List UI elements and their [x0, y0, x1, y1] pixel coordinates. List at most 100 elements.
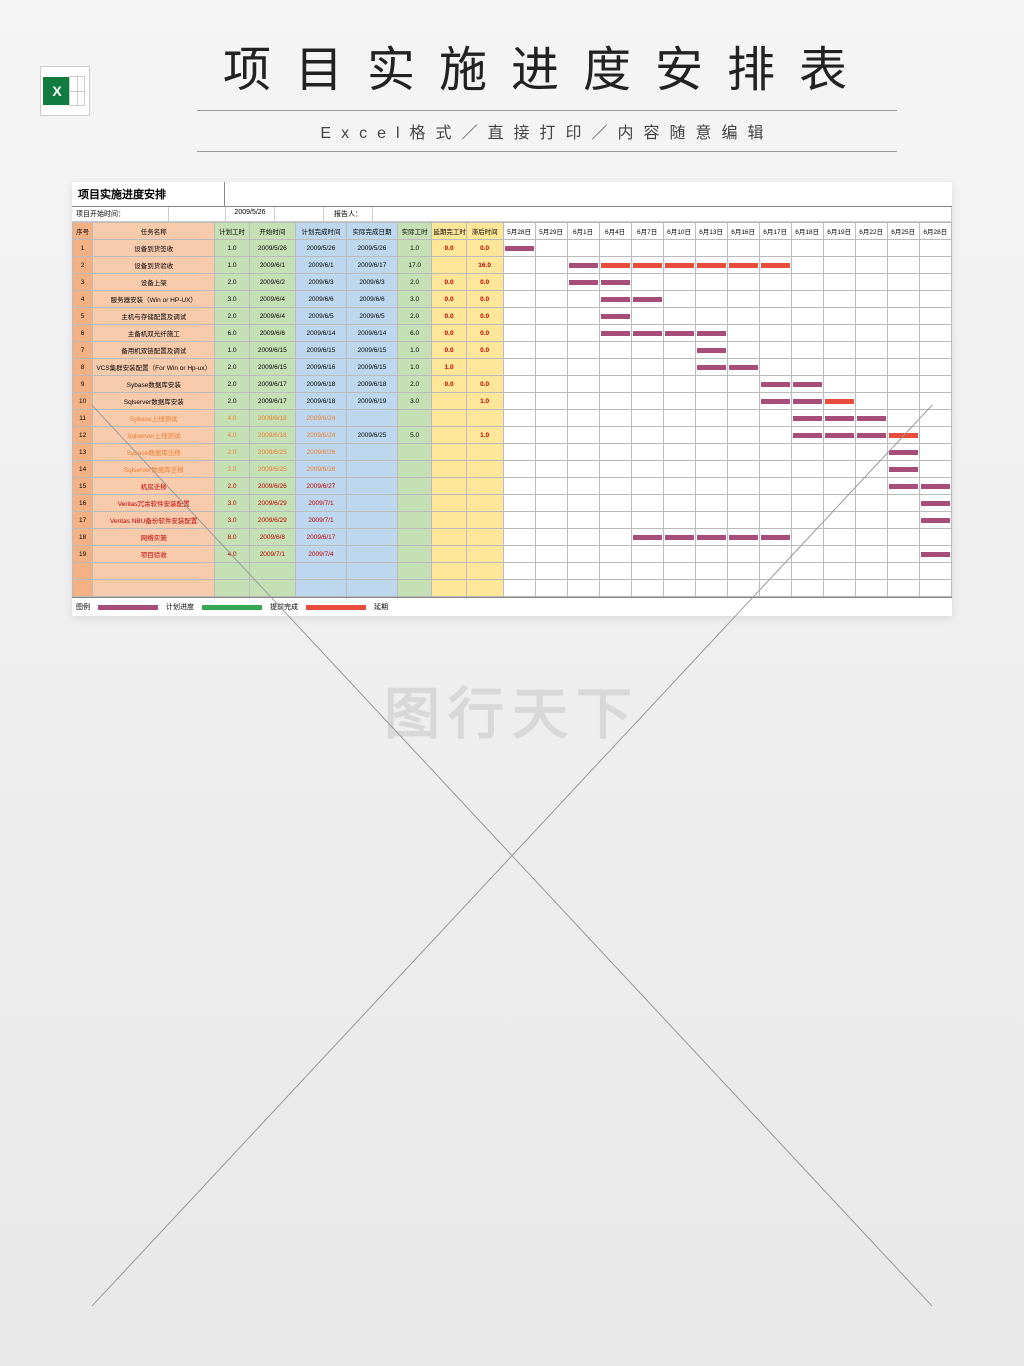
gantt-cell	[727, 512, 759, 529]
gantt-cell	[887, 427, 919, 444]
gantt-cell	[855, 308, 887, 325]
gantt-cell	[919, 529, 951, 546]
watermark: 图行天下	[384, 670, 640, 751]
cell-actual-end: 2009/6/15	[346, 342, 397, 359]
gantt-cell	[663, 478, 695, 495]
cell-task: 项目验收	[93, 546, 215, 563]
cell-start: 2009/5/26	[249, 240, 295, 257]
gantt-cell	[663, 291, 695, 308]
gantt-cell	[567, 444, 599, 461]
gantt-cell	[631, 444, 663, 461]
gantt-bar-plan	[697, 535, 726, 540]
cell-seq: 6	[73, 325, 93, 342]
cell-actual-end: 2009/6/25	[346, 427, 397, 444]
gantt-cell	[887, 240, 919, 257]
cell-plan-end: 2009/7/1	[295, 512, 346, 529]
cell-plan-end: 2009/6/26	[295, 444, 346, 461]
cell-plan-end: 2009/6/5	[295, 308, 346, 325]
gantt-cell	[599, 291, 631, 308]
gantt-cell	[919, 478, 951, 495]
gantt-bar-plan	[601, 297, 630, 302]
gantt-bar-plan	[665, 331, 694, 336]
gantt-cell	[823, 512, 855, 529]
gantt-cell	[855, 410, 887, 427]
gantt-cell	[759, 529, 791, 546]
gantt-cell	[759, 359, 791, 376]
cell-plan-hr: 1.0	[215, 342, 249, 359]
cell-seq: 2	[73, 257, 93, 274]
gantt-cell	[791, 529, 823, 546]
gantt-cell	[919, 461, 951, 478]
gantt-cell	[631, 257, 663, 274]
gantt-bar-delay	[729, 263, 758, 268]
gantt-cell	[599, 529, 631, 546]
gantt-cell	[791, 427, 823, 444]
gantt-cell	[663, 257, 695, 274]
cell-plan-hr: 2.0	[215, 376, 249, 393]
gantt-bar-plan	[889, 467, 918, 472]
gantt-cell	[599, 342, 631, 359]
gantt-cell	[759, 478, 791, 495]
gantt-cell	[503, 257, 535, 274]
table-row-empty	[73, 580, 952, 597]
cell-actual-end	[346, 478, 397, 495]
cell-start: 2009/6/29	[249, 495, 295, 512]
gantt-cell	[503, 427, 535, 444]
cell-actual-hr: 1.0	[397, 359, 431, 376]
gantt-bar-plan	[761, 382, 790, 387]
gantt-cell	[567, 359, 599, 376]
sheet-title: 项目实施进度安排	[72, 182, 225, 206]
col-task: 任务名称	[93, 223, 215, 240]
gantt-cell	[855, 546, 887, 563]
cell-delay-time: 0.0	[466, 342, 503, 359]
gantt-cell	[855, 478, 887, 495]
gantt-cell	[503, 393, 535, 410]
gantt-cell	[759, 376, 791, 393]
legend-label: 图例	[76, 602, 90, 612]
gantt-cell	[567, 512, 599, 529]
gantt-cell	[503, 308, 535, 325]
cell-start: 2009/6/6	[249, 325, 295, 342]
gantt-bar-delay	[761, 263, 790, 268]
gantt-cell	[919, 495, 951, 512]
gantt-cell	[791, 359, 823, 376]
cell-delay-time: 0.0	[466, 376, 503, 393]
cell-plan-hr: 2.0	[215, 444, 249, 461]
cell-plan-end: 2009/6/3	[295, 274, 346, 291]
legend-done: 提前完成	[270, 602, 298, 612]
gantt-bar-plan	[697, 348, 726, 353]
table-row: 18网络实施8.02009/6/82009/6/17	[73, 529, 952, 546]
gantt-cell	[535, 274, 567, 291]
cell-actual-end: 2009/6/17	[346, 257, 397, 274]
gantt-cell	[791, 546, 823, 563]
gantt-cell	[791, 444, 823, 461]
cell-start: 2009/6/15	[249, 359, 295, 376]
gantt-cell	[887, 291, 919, 308]
gantt-cell	[823, 427, 855, 444]
gantt-cell	[727, 427, 759, 444]
gantt-cell	[791, 257, 823, 274]
cell-start: 2009/6/29	[249, 512, 295, 529]
cell-task: VCS集群安装配置（For Win or Hp-ux）	[93, 359, 215, 376]
col-start: 开始时间	[249, 223, 295, 240]
gantt-cell	[759, 546, 791, 563]
cell-plan-end: 2009/7/1	[295, 495, 346, 512]
gantt-cell	[759, 461, 791, 478]
gantt-cell	[663, 274, 695, 291]
cell-start: 2009/6/18	[249, 410, 295, 427]
cell-plan-end: 2009/6/24	[295, 427, 346, 444]
gantt-cell	[727, 359, 759, 376]
gantt-cell	[695, 495, 727, 512]
cell-delay-time: 1.0	[466, 427, 503, 444]
gantt-cell	[631, 478, 663, 495]
gantt-cell	[887, 308, 919, 325]
gantt-cell	[919, 444, 951, 461]
gantt-cell	[919, 512, 951, 529]
gantt-cell	[503, 325, 535, 342]
col-date: 6月18日	[791, 223, 823, 240]
cell-actual-end: 2009/6/18	[346, 376, 397, 393]
gantt-cell	[823, 359, 855, 376]
cell-seq: 15	[73, 478, 93, 495]
cell-start: 2009/6/18	[249, 427, 295, 444]
gantt-bar-plan	[889, 450, 918, 455]
